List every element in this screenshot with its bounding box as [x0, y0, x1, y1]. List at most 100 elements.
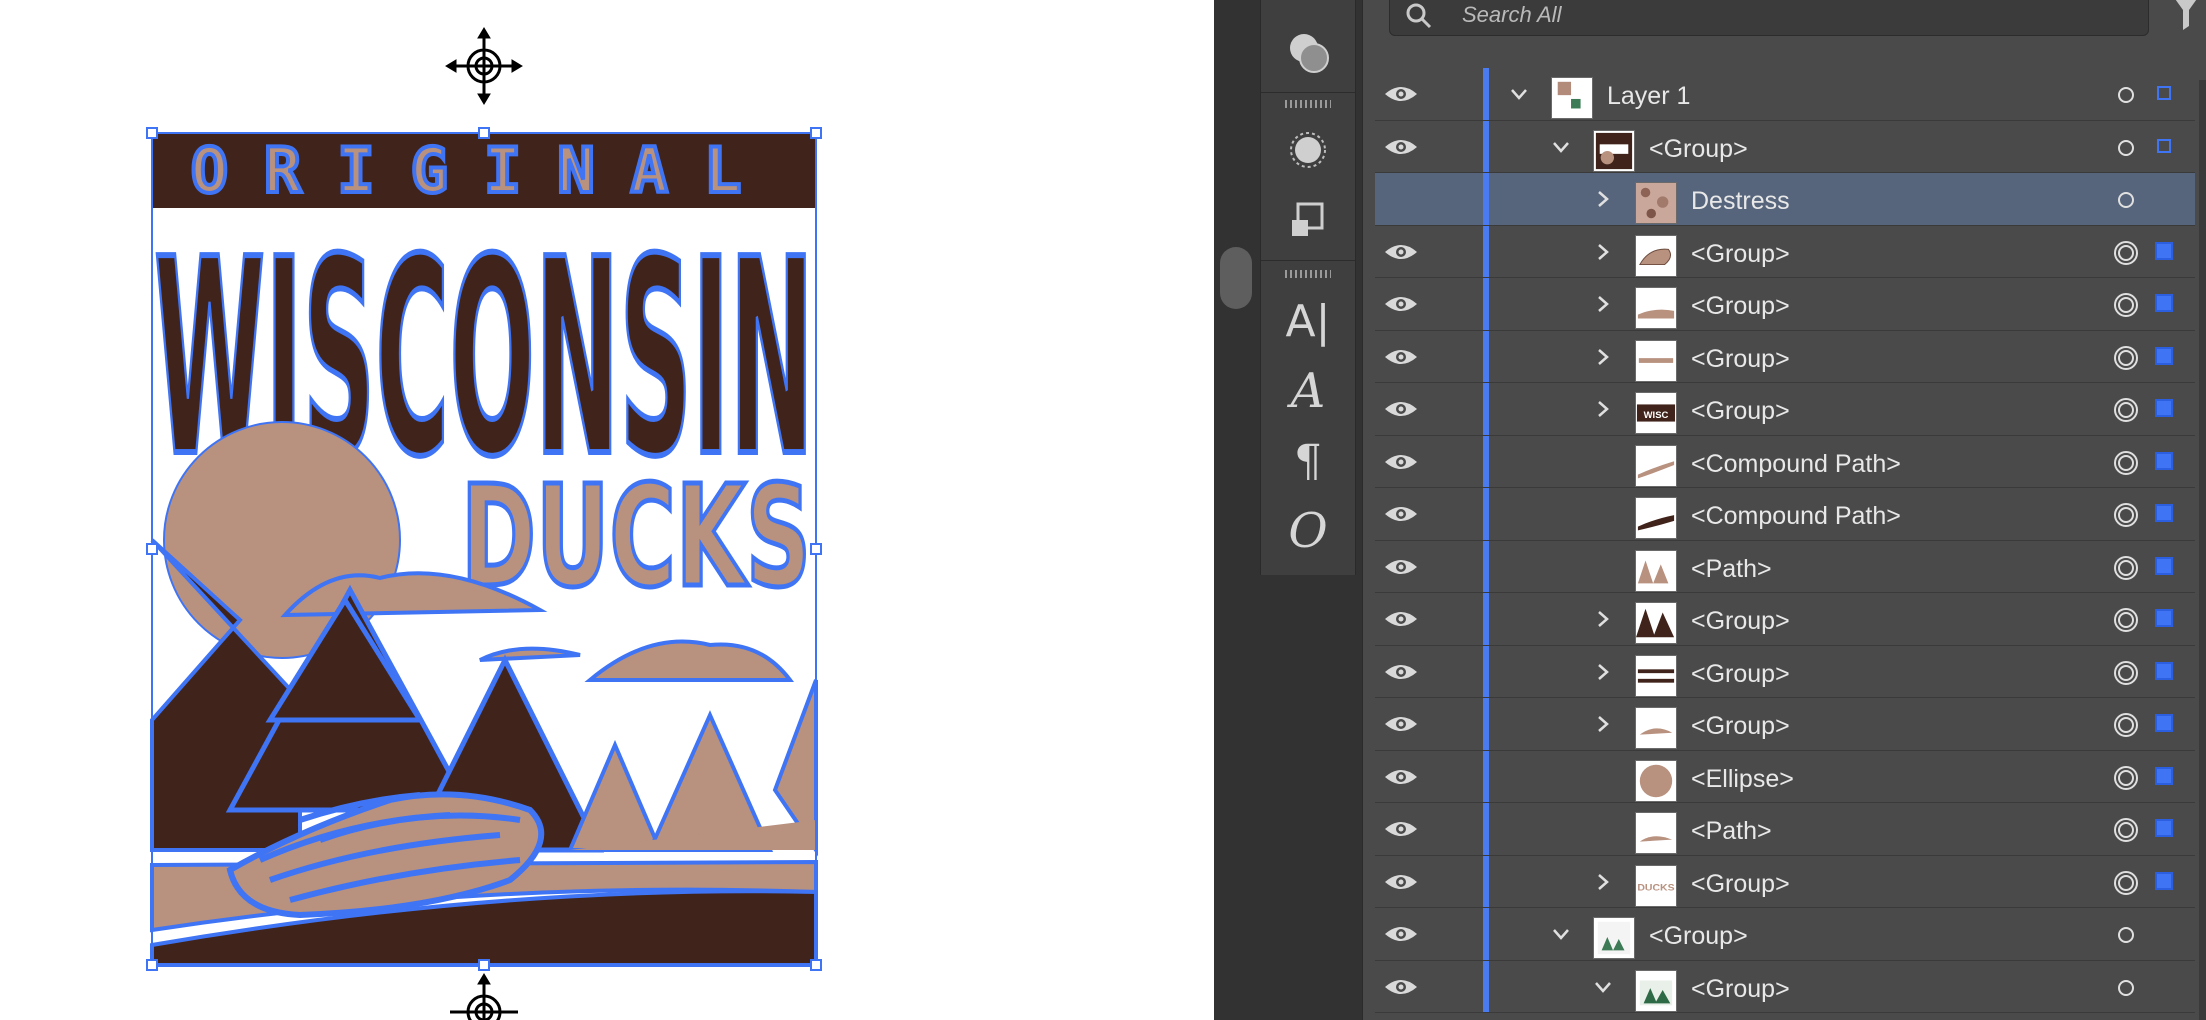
target-icon[interactable]: [2113, 975, 2139, 1001]
layer-row[interactable]: DUCKS <Group>: [1375, 855, 2195, 908]
target-icon[interactable]: [2113, 450, 2139, 476]
opentype-icon[interactable]: O: [1261, 500, 1355, 562]
artboard-canvas[interactable]: ORIGINAL WISCONSIN DUCKS: [0, 0, 1214, 1020]
selection-indicator[interactable]: [2155, 504, 2173, 522]
eye-icon[interactable]: [1383, 607, 1419, 631]
paragraph-icon[interactable]: ¶: [1261, 430, 1355, 492]
selection-indicator[interactable]: [2155, 294, 2173, 312]
artwork[interactable]: ORIGINAL WISCONSIN DUCKS: [0, 0, 1214, 1020]
selection-indicator[interactable]: [2155, 871, 2173, 890]
eye-icon[interactable]: [1383, 502, 1419, 526]
layer-name[interactable]: <Group>: [1691, 870, 1790, 899]
layer-name[interactable]: <Path>: [1691, 555, 1772, 584]
target-icon[interactable]: [2113, 240, 2139, 266]
eye-icon[interactable]: [1383, 817, 1419, 841]
target-icon[interactable]: [2113, 345, 2139, 371]
search-input[interactable]: [1460, 0, 2064, 31]
eye-icon[interactable]: [1383, 555, 1419, 579]
chevron-right-icon[interactable]: [1591, 712, 1615, 736]
layer-row[interactable]: <Path>: [1375, 540, 2195, 593]
selection-indicator[interactable]: [2155, 714, 2173, 732]
selection-indicator[interactable]: [2155, 661, 2173, 680]
layer-row[interactable]: <Group>: [1375, 698, 2195, 751]
chevron-right-icon[interactable]: [1591, 397, 1615, 421]
layer-row[interactable]: <Group>: [1375, 225, 2195, 278]
layer-row[interactable]: <Ellipse>: [1375, 750, 2195, 803]
target-icon[interactable]: [2113, 555, 2139, 581]
chevron-right-icon[interactable]: [1591, 345, 1615, 369]
layer-row[interactable]: <Path>: [1375, 803, 2195, 856]
layer-name[interactable]: <Group>: [1691, 240, 1790, 269]
eye-icon[interactable]: [1383, 292, 1419, 316]
target-icon[interactable]: [2113, 187, 2139, 213]
blob-icon[interactable]: [1261, 120, 1355, 180]
eye-icon[interactable]: [1383, 765, 1419, 789]
search-box[interactable]: [1389, 0, 2149, 36]
selection-indicator[interactable]: [2155, 451, 2173, 470]
chevron-down-icon[interactable]: [1591, 975, 1615, 999]
eye-icon[interactable]: [1383, 135, 1419, 159]
layer-name[interactable]: <Path>: [1691, 817, 1772, 846]
target-icon[interactable]: [2113, 502, 2139, 528]
selection-indicator[interactable]: [2155, 556, 2173, 575]
selection-indicator[interactable]: [2155, 766, 2173, 785]
target-icon[interactable]: [2113, 660, 2139, 686]
chevron-down-icon[interactable]: [1549, 922, 1573, 946]
layer-name[interactable]: Layer 1: [1607, 82, 1690, 111]
layer-name[interactable]: <Group>: [1691, 660, 1790, 689]
layers-scrollbar[interactable]: [2199, 80, 2206, 1020]
selection-indicator[interactable]: [2157, 138, 2171, 153]
layer-row[interactable]: <Group>: [1375, 278, 2195, 331]
eye-icon[interactable]: [1383, 345, 1419, 369]
target-icon[interactable]: [2113, 292, 2139, 318]
layer-row[interactable]: <Group>: [1375, 330, 2195, 383]
eye-icon[interactable]: [1383, 450, 1419, 474]
chevron-right-icon[interactable]: [1591, 187, 1615, 211]
layer-row[interactable]: <Group>: [1375, 593, 2195, 646]
selection-indicator[interactable]: [2157, 86, 2171, 100]
target-icon[interactable]: [2113, 870, 2139, 896]
eye-icon[interactable]: [1383, 870, 1419, 894]
selection-indicator[interactable]: [2155, 241, 2173, 260]
chevron-right-icon[interactable]: [1591, 660, 1615, 684]
layer-row[interactable]: <Group>: [1375, 908, 2195, 961]
target-icon[interactable]: [2113, 922, 2139, 948]
target-icon[interactable]: [2113, 397, 2139, 423]
reference-point-icon[interactable]: [445, 27, 523, 105]
layer-name[interactable]: Destress: [1691, 187, 1790, 216]
eye-icon[interactable]: [1383, 922, 1419, 946]
selection-indicator[interactable]: [2155, 346, 2173, 365]
layer-row[interactable]: Destress: [1375, 173, 2195, 226]
character-style-icon[interactable]: A: [1261, 360, 1355, 422]
layer-name[interactable]: <Group>: [1691, 712, 1790, 741]
chevron-right-icon[interactable]: [1591, 292, 1615, 316]
chevron-down-icon[interactable]: [1549, 135, 1573, 159]
selection-indicator[interactable]: [2155, 399, 2173, 417]
character-icon[interactable]: A|: [1261, 290, 1355, 352]
layer-name[interactable]: <Group>: [1691, 292, 1790, 321]
target-icon[interactable]: [2113, 817, 2139, 843]
eye-icon[interactable]: [1383, 975, 1419, 999]
layer-name[interactable]: <Group>: [1649, 922, 1748, 951]
chevron-down-icon[interactable]: [1507, 82, 1531, 106]
layer-row[interactable]: <Compound Path>: [1375, 488, 2195, 541]
eye-icon[interactable]: [1383, 82, 1419, 106]
layer-name[interactable]: <Group>: [1649, 135, 1748, 164]
layer-name[interactable]: <Group>: [1691, 345, 1790, 374]
dock-scroll-handle[interactable]: [1220, 247, 1252, 309]
eye-icon[interactable]: [1383, 660, 1419, 684]
layer-name[interactable]: <Group>: [1691, 975, 1790, 1004]
target-icon[interactable]: [2113, 135, 2139, 161]
layer-name[interactable]: <Group>: [1691, 397, 1790, 426]
chevron-right-icon[interactable]: [1591, 240, 1615, 264]
target-icon[interactable]: [2113, 82, 2139, 108]
target-icon[interactable]: [2113, 607, 2139, 633]
shape-builder-icon[interactable]: [1261, 22, 1355, 82]
selection-indicator[interactable]: [2155, 819, 2173, 837]
target-icon[interactable]: [2113, 765, 2139, 791]
selection-indicator[interactable]: [2155, 609, 2173, 627]
layer-name[interactable]: <Compound Path>: [1691, 502, 1901, 531]
layer-row[interactable]: <Group>: [1375, 960, 2195, 1013]
eye-icon[interactable]: [1383, 712, 1419, 736]
layer-row[interactable]: <Compound Path>: [1375, 435, 2195, 488]
